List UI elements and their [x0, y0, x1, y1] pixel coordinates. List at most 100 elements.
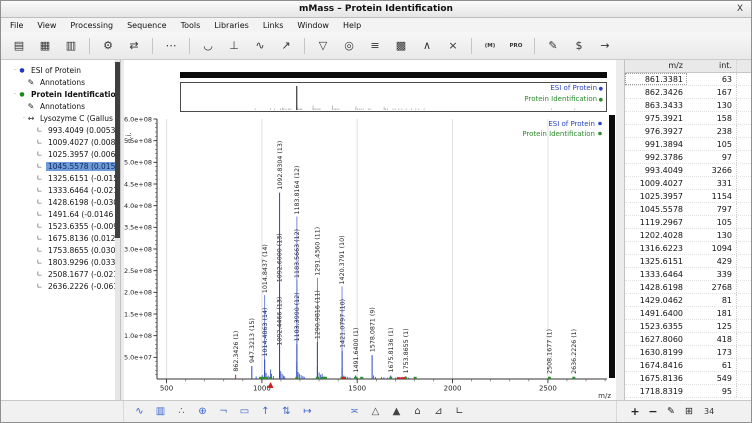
peaklist-row[interactable]: 976.3927238 [625, 125, 751, 138]
drag-label-icon[interactable]: ¬ [217, 406, 230, 417]
column-mz[interactable]: m/z [625, 60, 687, 72]
sidebar-item-1009-4027-0-008[interactable]: ∟1009.4027 (0.008 [1, 136, 120, 148]
labels-icon[interactable]: ∿ [133, 406, 146, 417]
peak-picking-icon[interactable]: ⊥ [221, 37, 247, 55]
scale-x-icon[interactable]: ↦ [301, 406, 314, 417]
peaklist-row[interactable]: 1119.2967105 [625, 216, 751, 229]
report-icon[interactable]: ✎ [540, 37, 566, 55]
sidebar-item-1753-8655-0-030[interactable]: ∟1753.8655 (0.030 [1, 244, 120, 256]
menu-processing[interactable]: Processing [63, 21, 120, 30]
sidebar-item-1675-8136-0-012[interactable]: ∟1675.8136 (0.012 [1, 232, 120, 244]
offset-icon[interactable]: ⊕ [196, 406, 209, 417]
spectrum-plot[interactable]: ESI of ProteinProtein Identification5001… [124, 113, 616, 400]
sidebar-item-1325-6151-0-015[interactable]: ∟1325.6151 (-0.015 [1, 172, 120, 184]
peaklist-row[interactable]: 1523.6355125 [625, 320, 751, 333]
peaklist-row[interactable]: 863.3433130 [625, 99, 751, 112]
peaklist-body[interactable]: 861.338163862.3426167863.3433130975.3921… [625, 73, 751, 400]
menu-window[interactable]: Window [290, 21, 336, 30]
sidebar-item-993-4049-0-0053[interactable]: ∟993.4049 (0.0053 [1, 124, 120, 136]
peaklist-row[interactable]: 862.3426167 [625, 86, 751, 99]
pattern-icon[interactable]: ▩ [388, 37, 414, 55]
sidebar-item-2636-2226-0-061[interactable]: ∟2636.2226 (-0.061 [1, 280, 120, 292]
filter-icon[interactable]: ▽ [310, 37, 336, 55]
export-icon[interactable]: → [592, 37, 618, 55]
match-list-button[interactable]: ⊞ [680, 406, 698, 417]
sidebar-item-1491-64-0-0146[interactable]: ∟1491.64 (-0.0146 [1, 208, 120, 220]
open-icon[interactable]: ▤ [6, 37, 32, 55]
peaklist-row[interactable]: 1325.6151429 [625, 255, 751, 268]
grid-icon[interactable]: ⌂ [411, 406, 424, 417]
presets-icon[interactable]: ⋯ [158, 37, 184, 55]
peak-search-icon[interactable]: ◎ [336, 37, 362, 55]
normalize-icon[interactable]: ≍ [348, 406, 361, 417]
sidebar-item-1428-6198-0-030[interactable]: ∟1428.6198 (-0.030 [1, 196, 120, 208]
peaklist-row[interactable]: 1675.8136549 [625, 372, 751, 385]
autoscale-icon[interactable]: ⊿ [432, 406, 445, 417]
y-range-scrollbar[interactable] [609, 115, 615, 378]
peaklist-row[interactable]: 1491.6400181 [625, 307, 751, 320]
peaklist-row[interactable]: 993.40493266 [625, 164, 751, 177]
spectrum-overview[interactable]: ESI of Protein ●Protein Identification ● [180, 82, 607, 112]
menu-libraries[interactable]: Libraries [207, 21, 256, 30]
sidebar-item-annotations[interactable]: ✎Annotations [1, 76, 120, 88]
recalibration-icon[interactable]: ↗ [273, 37, 299, 55]
scale-y-icon[interactable]: ⇅ [280, 406, 293, 417]
peaklist-row[interactable]: 1316.62231094 [625, 242, 751, 255]
menu-links[interactable]: Links [256, 21, 291, 30]
sidebar-scrollbar[interactable] [115, 60, 120, 400]
peaklist-row[interactable]: 991.3894105 [625, 138, 751, 151]
annotate-button[interactable]: ✎ [662, 406, 680, 417]
overlay-icon[interactable]: △ [369, 406, 382, 417]
mascot-icon[interactable]: (M) [477, 37, 503, 55]
selection-icon[interactable]: ▭ [238, 406, 251, 417]
peaklist-row[interactable]: 1045.5578797 [625, 203, 751, 216]
notations-icon[interactable]: ∟ [453, 406, 466, 417]
sidebar-item-annotations[interactable]: ✎Annotations [1, 100, 120, 112]
close-button[interactable]: X [737, 1, 743, 18]
fill-peaks-icon[interactable]: ▲ [390, 406, 403, 417]
processing-icon[interactable]: ⚙ [95, 37, 121, 55]
delete-peaks-icon[interactable]: × [440, 37, 466, 55]
peaklist-row[interactable]: 975.3921158 [625, 112, 751, 125]
peaklist-row[interactable]: 1718.831995 [625, 385, 751, 398]
tracker-icon[interactable]: ∴ [175, 406, 188, 417]
sidebar-item-1523-6355-0-009[interactable]: ∟1523.6355 (-0.009 [1, 220, 120, 232]
mass-list-icon[interactable]: ≡ [362, 37, 388, 55]
sidebar-item-1803-9296-0-033[interactable]: ∟1803.9296 (0.033 [1, 256, 120, 268]
sidebar-item-1045-5578-0-015[interactable]: ∟1045.5578 (0.015 [1, 160, 120, 172]
calibration-icon[interactable]: ⇄ [121, 37, 147, 55]
save-icon[interactable]: ▦ [32, 37, 58, 55]
sidebar-item-1025-3957-0-006[interactable]: ∟1025.3957 (0.006 [1, 148, 120, 160]
menu-tools[interactable]: Tools [174, 21, 208, 30]
scrollbar-thumb[interactable] [115, 62, 120, 238]
baseline-icon[interactable]: ◡ [195, 37, 221, 55]
menu-view[interactable]: View [30, 21, 63, 30]
remove-peak-button[interactable]: − [644, 405, 662, 418]
menu-file[interactable]: File [3, 21, 30, 30]
donate-icon[interactable]: $ [566, 37, 592, 55]
peaklist-row[interactable]: 1428.61982768 [625, 281, 751, 294]
print-icon[interactable]: ▥ [58, 37, 84, 55]
envelope-icon[interactable]: ∧ [414, 37, 440, 55]
peaklist-row[interactable]: 861.338163 [625, 73, 751, 86]
deisotoping-icon[interactable]: ∿ [247, 37, 273, 55]
menu-help[interactable]: Help [336, 21, 368, 30]
peaklist-row[interactable]: 1009.4027331 [625, 177, 751, 190]
peaklist-row[interactable]: 1202.4028130 [625, 229, 751, 242]
sidebar-item-esi-of-protein[interactable]: ·●ESI of Protein [1, 64, 120, 76]
range-selector-bar[interactable] [180, 72, 607, 78]
sidebar-item-lysozyme-c-gallus[interactable]: ·↔Lysozyme C (Gallus [1, 112, 120, 124]
sidebar-item-protein-identification[interactable]: ·●Protein Identification [1, 88, 120, 100]
ruler-icon[interactable]: ▥ [154, 406, 167, 417]
sidebar-item-1333-6464-0-021[interactable]: ∟1333.6464 (-0.021 [1, 184, 120, 196]
peaklist-row[interactable]: 1429.046281 [625, 294, 751, 307]
splitter-right[interactable] [616, 60, 624, 400]
cursor-icon[interactable]: ↑ [259, 406, 272, 417]
peaklist-row[interactable]: 1627.8060418 [625, 333, 751, 346]
prospector-icon[interactable]: PRO [503, 37, 529, 55]
add-peak-button[interactable]: + [626, 405, 644, 418]
peaklist-row[interactable]: 1025.39571154 [625, 190, 751, 203]
column-int[interactable]: int. [687, 60, 736, 72]
peaklist-row[interactable]: 1674.841661 [625, 359, 751, 372]
peaklist-row[interactable]: 992.378697 [625, 151, 751, 164]
